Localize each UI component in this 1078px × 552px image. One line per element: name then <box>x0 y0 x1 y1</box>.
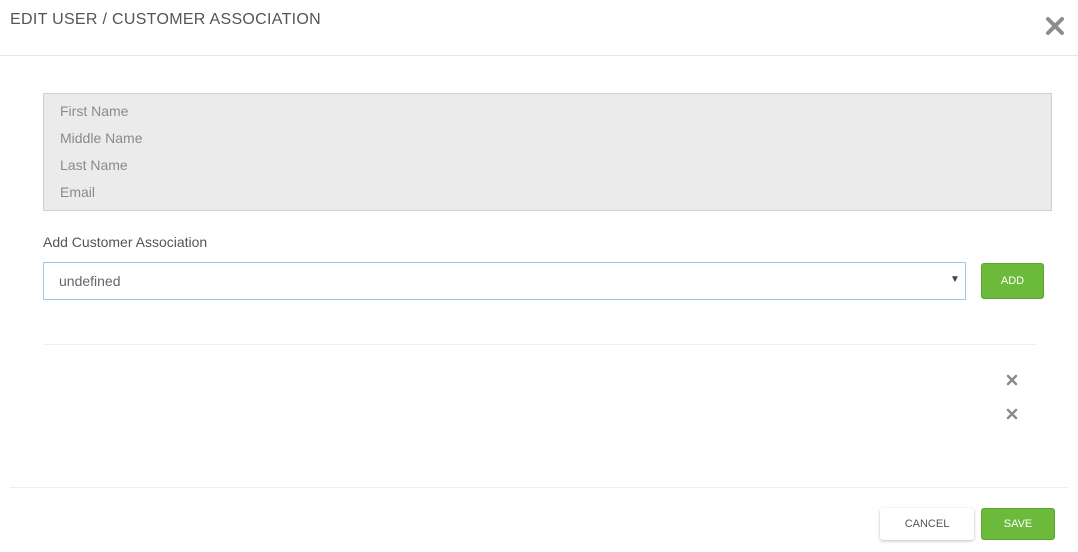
dialog-title: EDIT USER / CUSTOMER ASSOCIATION <box>10 11 321 28</box>
edit-association-dialog: EDIT USER / CUSTOMER ASSOCIATION First N… <box>0 0 1078 552</box>
add-button[interactable]: ADD <box>981 263 1044 299</box>
remove-icon[interactable] <box>1005 373 1019 387</box>
select-value: undefined <box>59 273 121 289</box>
user-info-box: First Name Middle Name Last Name Email <box>43 93 1052 211</box>
footer-divider <box>10 487 1068 488</box>
first-name-field: First Name <box>60 103 129 119</box>
cancel-button[interactable]: CANCEL <box>880 508 974 540</box>
chevron-down-icon: ▼ <box>950 274 960 285</box>
divider <box>43 344 1036 345</box>
close-icon[interactable] <box>1044 15 1066 37</box>
customer-association-select[interactable]: undefined ▼ <box>43 262 966 300</box>
remove-icon[interactable] <box>1005 407 1019 421</box>
save-button[interactable]: SAVE <box>981 508 1055 540</box>
last-name-field: Last Name <box>60 157 128 173</box>
dialog-header: EDIT USER / CUSTOMER ASSOCIATION <box>0 0 1078 56</box>
add-customer-association-label: Add Customer Association <box>43 234 208 250</box>
middle-name-field: Middle Name <box>60 130 143 146</box>
email-field: Email <box>60 184 96 200</box>
